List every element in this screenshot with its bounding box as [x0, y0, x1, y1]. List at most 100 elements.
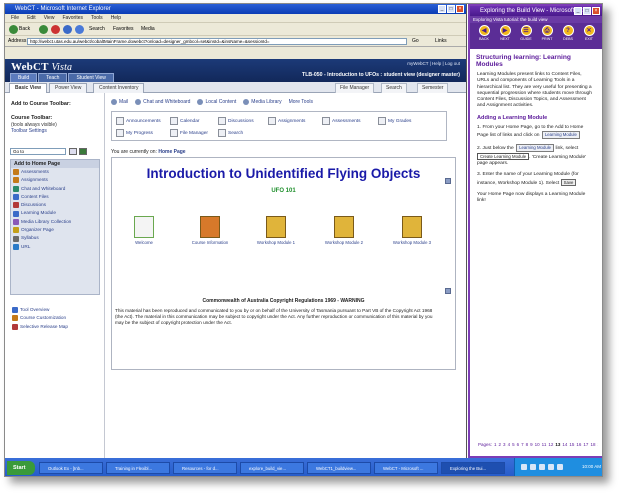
add-item-discussions[interactable]: Discussions	[11, 201, 99, 209]
page-link-2[interactable]: 2	[499, 442, 502, 447]
course-tool-media-library[interactable]: Media Library	[243, 99, 282, 105]
media-label[interactable]: Media	[141, 26, 155, 32]
toolbar-settings-link[interactable]: Toolbar Settings	[5, 128, 47, 134]
links-button[interactable]: Links	[435, 36, 447, 47]
page-link-1[interactable]: 1	[494, 442, 497, 447]
toolbar-assessments[interactable]: Assessments	[322, 117, 361, 125]
top-links[interactable]: myWebCT | Help | Log out	[407, 61, 460, 66]
course-tool-more-tools[interactable]: More Tools	[289, 99, 313, 105]
add-item-assessments[interactable]: Assessments	[11, 168, 99, 176]
taskbar-item[interactable]: Outlook Ex - [Inb...	[39, 462, 103, 474]
toolbar-discussions[interactable]: Discussions	[218, 117, 254, 125]
add-item-syllabus[interactable]: Syllabus	[11, 234, 99, 242]
page-link-17[interactable]: 17	[583, 442, 588, 447]
tray-icon[interactable]	[530, 464, 536, 470]
page-link-3[interactable]: 3	[503, 442, 506, 447]
refresh-icon[interactable]	[63, 25, 72, 34]
taskbar-item[interactable]: WebCT - Microsoft ...	[374, 462, 438, 474]
page-link-6[interactable]: 6	[517, 442, 520, 447]
tray-icon[interactable]	[548, 464, 554, 470]
toolbar-my-progress[interactable]: My Progress	[116, 129, 153, 137]
add-item-learning-module[interactable]: Learning Module	[11, 209, 99, 217]
back-label[interactable]: Back	[19, 26, 30, 32]
menu-help[interactable]: Help	[111, 15, 121, 21]
toolbar-assignments[interactable]: Assignments	[268, 117, 305, 125]
add-item-url[interactable]: URL	[11, 243, 99, 251]
page-link-10[interactable]: 10	[535, 442, 540, 447]
page-link-19[interactable]: 19	[597, 442, 598, 447]
search-label[interactable]: Search	[89, 26, 105, 32]
page-link-13[interactable]: 13	[555, 442, 560, 447]
add-item-assignments[interactable]: Assignments	[11, 176, 99, 184]
page-link-4[interactable]: 4	[508, 442, 511, 447]
tool-tool-overview[interactable]: Tool Overview	[10, 306, 100, 314]
breadcrumb-home-page[interactable]: Home Page	[158, 149, 185, 155]
module-workshop-module-2[interactable]: Workshop Module 2	[314, 216, 374, 245]
toolbar-file-manager[interactable]: File Manager	[170, 129, 208, 137]
taskbar-item[interactable]: explore_build_vie...	[240, 462, 304, 474]
tray-icon[interactable]	[539, 464, 545, 470]
nav-next-button[interactable]: ▶ NEXT	[497, 25, 513, 41]
maximize-button[interactable]: □	[583, 7, 591, 15]
favorites-label[interactable]: Favorites	[113, 26, 134, 32]
page-link-12[interactable]: 12	[548, 442, 553, 447]
home-icon[interactable]	[75, 25, 84, 34]
menu-favorites[interactable]: Favorites	[62, 15, 83, 21]
page-link-8[interactable]: 8	[526, 442, 529, 447]
page-link-11[interactable]: 11	[542, 442, 547, 447]
toolbar-calendar[interactable]: Calendar	[170, 117, 199, 125]
taskbar-item[interactable]: Training in Flexibl...	[106, 462, 170, 474]
nav-print-button[interactable]: ⎙ PRINT	[539, 25, 555, 41]
page-link-16[interactable]: 16	[576, 442, 581, 447]
edit-icon[interactable]	[445, 178, 451, 184]
goto-dropdown-icon[interactable]	[69, 148, 77, 155]
page-link-15[interactable]: 15	[569, 442, 574, 447]
start-button[interactable]: Start	[7, 461, 35, 475]
course-tool-local-content[interactable]: Local Content	[197, 99, 236, 105]
module-workshop-module-3[interactable]: Workshop Module 3	[382, 216, 442, 245]
page-link-5[interactable]: 5	[512, 442, 515, 447]
menu-file[interactable]: File	[11, 15, 19, 21]
maximize-button[interactable]: □	[447, 5, 455, 13]
page-link-7[interactable]: 7	[521, 442, 524, 447]
nav-back-button[interactable]: ◀ BACK	[476, 25, 492, 41]
tray-icon[interactable]	[557, 464, 563, 470]
tool-selective-release-map[interactable]: Selective Release Map	[10, 323, 100, 331]
address-input[interactable]: http://webct.utas.edu.au/webct/cobaltMai…	[27, 38, 407, 45]
goto-select[interactable]: Go to	[10, 148, 66, 155]
toolbar-my-grades[interactable]: My Grades	[378, 117, 411, 125]
nav-exit-button[interactable]: ✕ EXIT	[581, 25, 597, 41]
minimize-button[interactable]: _	[438, 5, 446, 13]
forward-icon[interactable]	[39, 25, 48, 34]
page-link-14[interactable]: 14	[562, 442, 567, 447]
stop-icon[interactable]	[51, 25, 60, 34]
module-workshop-module-1[interactable]: Workshop Module 1	[246, 216, 306, 245]
module-welcome[interactable]: Welcome	[114, 216, 174, 245]
tab-student-view[interactable]: Student View	[68, 73, 114, 82]
tab-build[interactable]: Build	[10, 73, 38, 82]
nav-debs-button[interactable]: ? DEBS	[560, 25, 576, 41]
back-icon[interactable]	[9, 25, 18, 34]
taskbar-item[interactable]: WebCT1_buildview...	[307, 462, 371, 474]
tray-icon[interactable]	[521, 464, 527, 470]
add-item-chat-and-whiteboard[interactable]: Chat and Whiteboard	[11, 185, 99, 193]
add-item-content-files[interactable]: Content Files	[11, 193, 99, 201]
course-tool-mail[interactable]: Mail	[111, 99, 128, 105]
toolbar-announcements[interactable]: Announcements	[116, 117, 161, 125]
close-button[interactable]: ×	[592, 7, 600, 15]
goto-go-icon[interactable]	[79, 148, 87, 155]
module-course-information[interactable]: Course Information	[180, 216, 240, 245]
close-button[interactable]: ×	[456, 5, 464, 13]
menu-tools[interactable]: Tools	[91, 15, 103, 21]
edit-icon[interactable]	[445, 288, 451, 294]
page-link-9[interactable]: 9	[530, 442, 533, 447]
go-button[interactable]: Go	[412, 36, 419, 47]
menu-view[interactable]: View	[44, 15, 55, 21]
nav-guide-button[interactable]: ☰ GUIDE	[518, 25, 534, 41]
toolbar-search[interactable]: Search	[218, 129, 243, 137]
taskbar-item[interactable]: Resources - for d...	[173, 462, 237, 474]
add-item-media-library-collection[interactable]: Media Library Collection	[11, 218, 99, 226]
minimize-button[interactable]: _	[574, 7, 582, 15]
add-item-organizer-page[interactable]: Organizer Page	[11, 226, 99, 234]
menu-edit[interactable]: Edit	[27, 15, 36, 21]
